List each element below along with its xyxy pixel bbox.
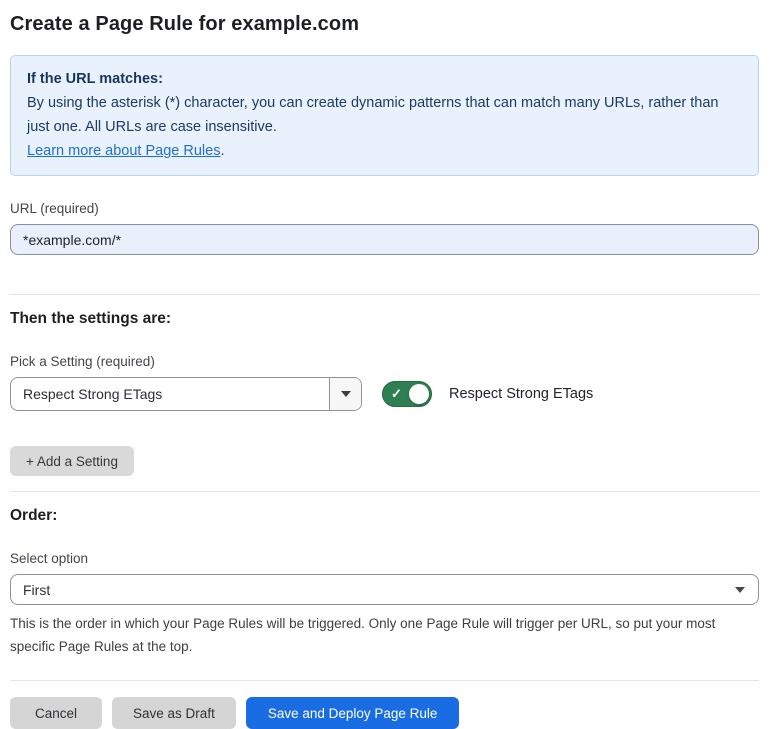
info-box-heading: If the URL matches: xyxy=(27,67,742,91)
setting-select-arrow-button[interactable] xyxy=(329,378,361,410)
order-select-label: Select option xyxy=(10,550,759,567)
order-section-heading: Order: xyxy=(10,506,759,526)
save-and-deploy-button[interactable]: Save and Deploy Page Rule xyxy=(246,697,460,729)
toggle-label: Respect Strong ETags xyxy=(449,386,593,402)
info-box-body: By using the asterisk (*) character, you… xyxy=(27,91,742,139)
page-title: Create a Page Rule for example.com xyxy=(10,11,759,37)
divider xyxy=(10,294,759,295)
url-match-info-box: If the URL matches: By using the asteris… xyxy=(10,55,759,176)
order-select-value: First xyxy=(23,582,735,598)
setting-select-value: Respect Strong ETags xyxy=(11,378,329,410)
divider xyxy=(10,680,759,681)
cancel-button[interactable]: Cancel xyxy=(10,697,102,729)
add-setting-button[interactable]: + Add a Setting xyxy=(10,446,134,476)
toggle-knob xyxy=(409,384,429,404)
check-icon: ✓ xyxy=(391,387,402,400)
setting-picker-label: Pick a Setting (required) xyxy=(10,353,759,370)
info-box-link-line: Learn more about Page Rules. xyxy=(27,139,742,163)
setting-select[interactable]: Respect Strong ETags xyxy=(10,377,362,411)
save-as-draft-button[interactable]: Save as Draft xyxy=(112,697,236,729)
learn-more-link[interactable]: Learn more about Page Rules xyxy=(27,143,220,159)
url-field-label: URL (required) xyxy=(10,200,759,217)
url-input[interactable] xyxy=(10,224,759,255)
setting-row: Respect Strong ETags ✓ Respect Strong ET… xyxy=(10,377,759,411)
order-help-text: This is the order in which your Page Rul… xyxy=(10,612,750,658)
order-select[interactable]: First xyxy=(10,574,759,605)
chevron-down-icon xyxy=(735,587,745,593)
link-period: . xyxy=(220,143,224,159)
divider xyxy=(10,491,759,492)
settings-section-heading: Then the settings are: xyxy=(10,309,759,329)
footer-actions: Cancel Save as Draft Save and Deploy Pag… xyxy=(10,697,759,729)
chevron-down-icon xyxy=(341,391,351,397)
etags-toggle[interactable]: ✓ xyxy=(382,381,432,407)
